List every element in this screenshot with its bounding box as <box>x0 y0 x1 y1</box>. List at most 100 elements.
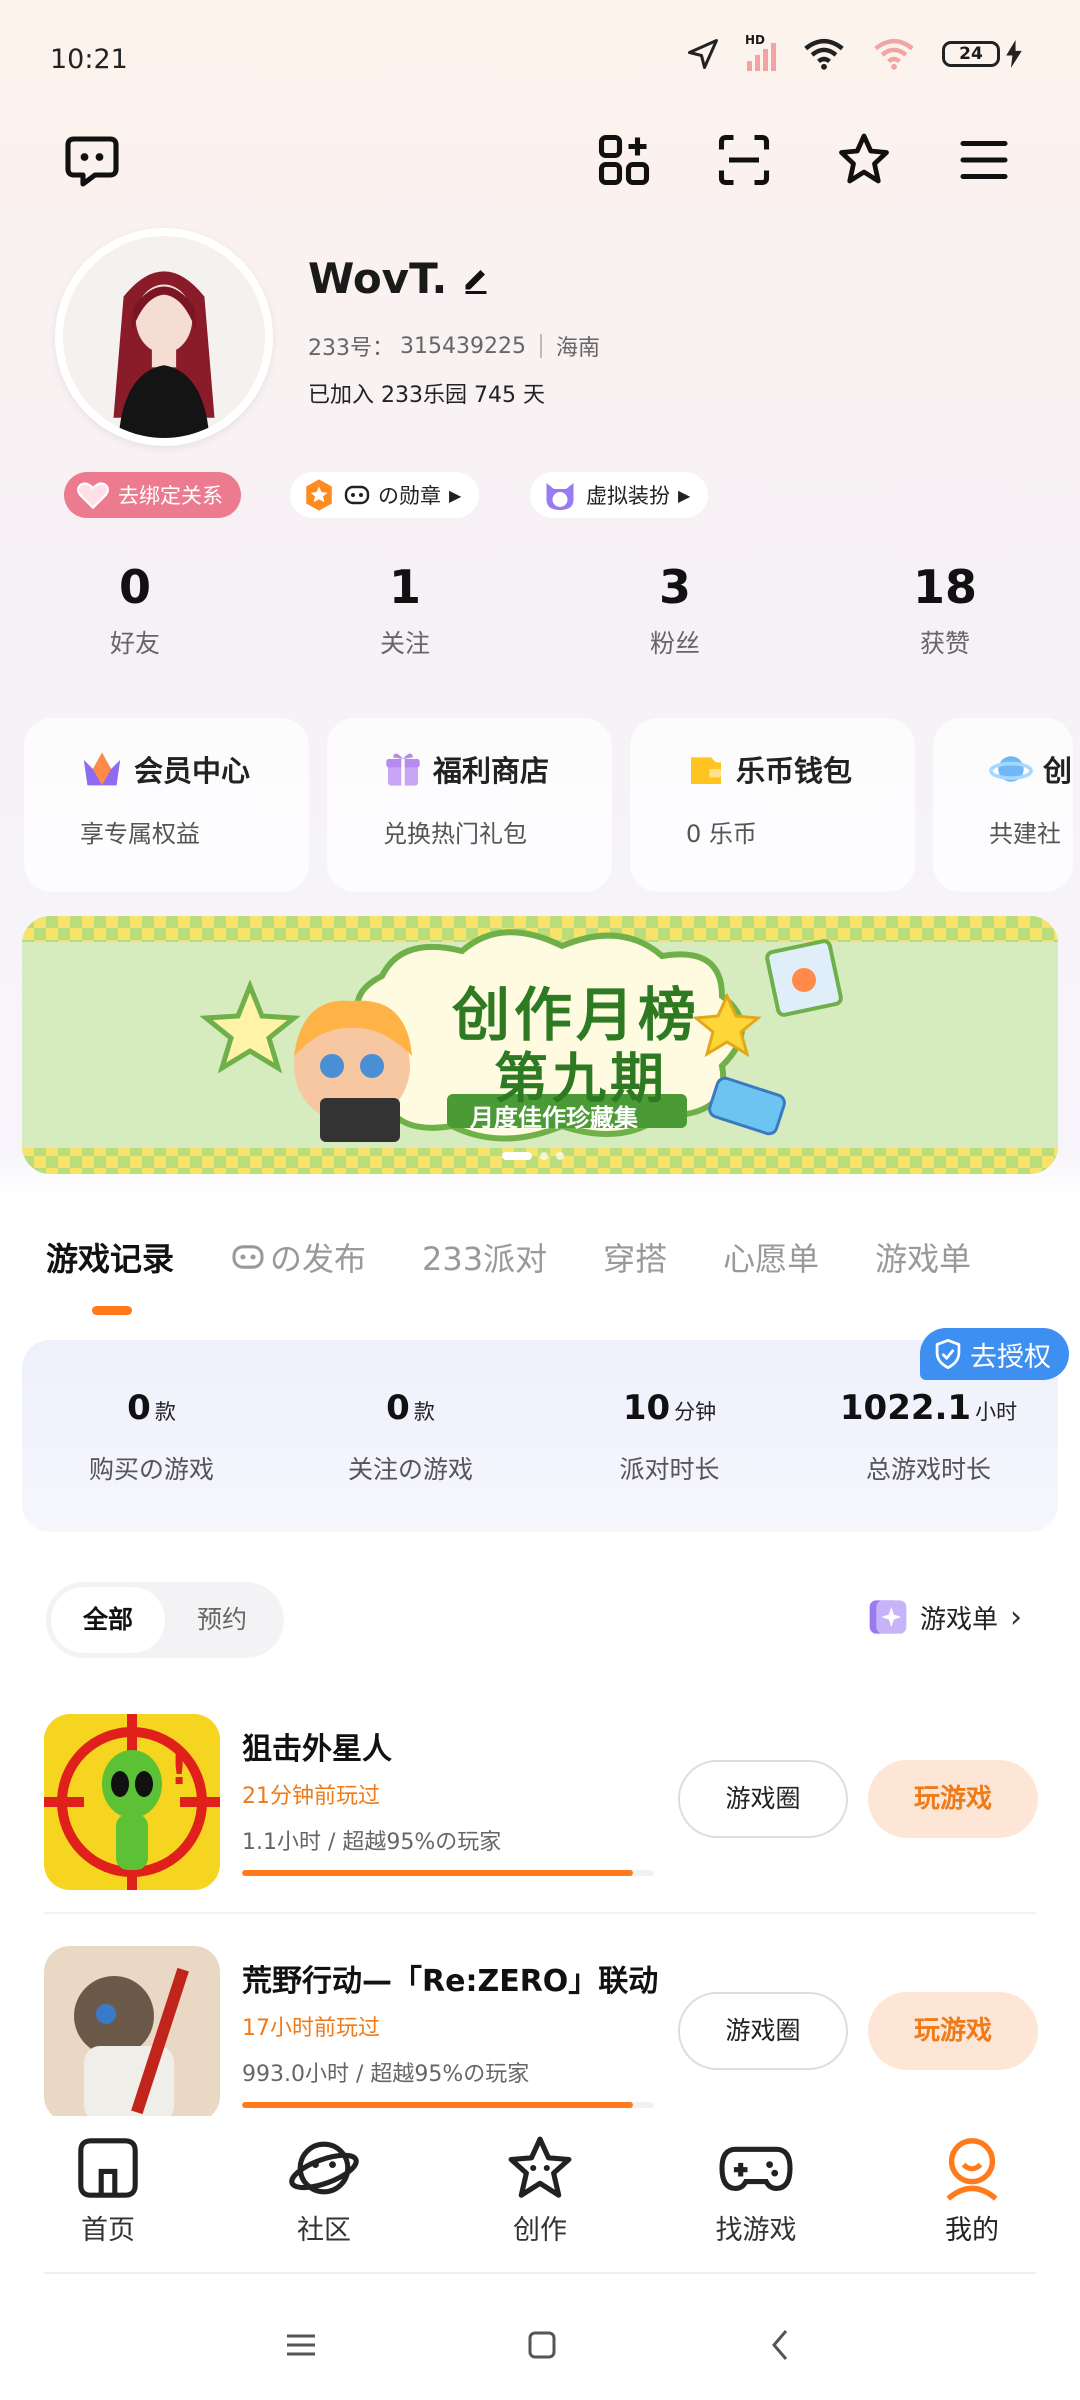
charging-icon <box>1006 40 1022 68</box>
stat-purchased-games[interactable]: 0 款购买の游戏 <box>22 1340 281 1532</box>
playtime-progress-bar <box>242 1870 654 1876</box>
tab-party[interactable]: 233派对 <box>422 1234 547 1280</box>
chat-icon[interactable] <box>62 130 122 190</box>
stat-friends[interactable]: 0 好友 <box>0 560 270 660</box>
mascot-face-icon <box>232 1245 264 1269</box>
battery-icon: 24 <box>942 41 1000 67</box>
game-row[interactable]: ! 狙击外星人 21分钟前玩过 1.1小时 / 超越95%の玩家 游戏圈 玩游戏 <box>44 1714 1044 1904</box>
authorize-label: 去授权 <box>970 1341 1051 1373</box>
nav-label: 创作 <box>513 2215 567 2246</box>
progress-fill <box>242 1870 634 1876</box>
profile-meta: 233号： 315439225 海南 <box>308 330 600 362</box>
tab-label: 游戏记录 <box>46 1240 175 1278</box>
home-square-icon[interactable] <box>526 2329 558 2361</box>
badges-button[interactable]: の勋章 ▶ <box>290 472 480 518</box>
service-cards: 会员中心 享专属权益 福利商店 兑换热门礼包 乐币钱包 0 乐币 创 共建社 <box>24 718 1073 892</box>
card-community-build[interactable]: 创 共建社 <box>933 718 1073 892</box>
play-game-button[interactable]: 玩游戏 <box>868 1992 1038 2070</box>
outfit-button[interactable]: 虚拟装扮 ▶ <box>530 472 709 518</box>
stat-unit: 小时 <box>975 1400 1018 1424</box>
id-value: 315439225 <box>400 333 526 359</box>
nav-community[interactable]: 社区 <box>216 2124 432 2274</box>
tab-game-records[interactable]: 游戏记录 <box>46 1234 174 1280</box>
play-game-button[interactable]: 玩游戏 <box>868 1760 1038 1838</box>
outfit-label: 虚拟装扮 <box>586 484 670 508</box>
card-title: 福利商店 <box>433 754 550 788</box>
game-last-played: 21分钟前玩过 <box>242 1784 380 1809</box>
card-welfare-shop[interactable]: 福利商店 兑换热门礼包 <box>327 718 612 892</box>
stat-label: 关注の游戏 <box>347 1455 473 1484</box>
authorize-button[interactable]: 去授权 <box>920 1328 1069 1380</box>
badge-label: の勋章 <box>378 484 441 508</box>
profile-stats: 0 好友 1 关注 3 粉丝 18 获赞 <box>0 560 1080 660</box>
crown-icon <box>83 752 121 786</box>
gift-icon <box>386 753 420 786</box>
stat-followers[interactable]: 3 粉丝 <box>540 560 810 660</box>
card-title: 会员中心 <box>134 754 251 788</box>
promo-banner[interactable]: 创作月榜 第九期 月度佳作珍藏集 <box>22 916 1058 1174</box>
profile-tabs: 游戏记录 の发布 233派对 穿搭 心愿单 游戏单 <box>46 1234 1027 1280</box>
back-icon[interactable] <box>766 2327 796 2363</box>
tab-outfits[interactable]: 穿搭 <box>603 1234 667 1280</box>
stat-likes[interactable]: 18 获赞 <box>810 560 1080 660</box>
meta-separator <box>539 334 542 358</box>
stat-followed-games[interactable]: 0 款关注の游戏 <box>281 1340 540 1532</box>
card-coin-wallet[interactable]: 乐币钱包 0 乐币 <box>630 718 915 892</box>
tab-game-lists[interactable]: 游戏单 <box>875 1234 971 1280</box>
banner-pager <box>502 1152 564 1160</box>
chevron-right-icon: › <box>1010 1599 1022 1635</box>
filter-reserved[interactable]: 预约 <box>165 1587 279 1653</box>
stat-following[interactable]: 1 关注 <box>270 560 540 660</box>
tab-label: 心愿单 <box>723 1240 820 1278</box>
nav-home[interactable]: 首页 <box>0 2124 216 2274</box>
recent-apps-icon[interactable] <box>284 2330 318 2360</box>
game-circle-button[interactable]: 游戏圈 <box>678 1760 848 1838</box>
bottom-navigation: 首页 社区 创作 找游戏 我的 <box>0 2124 1080 2274</box>
community-planet-icon <box>289 2141 359 2195</box>
tab-label: の发布 <box>270 1240 367 1278</box>
game-list-link[interactable]: 游戏单 › <box>868 1598 1022 1636</box>
username-text: WovT. <box>308 254 448 303</box>
scan-icon[interactable] <box>714 130 774 190</box>
avatar-image <box>63 236 265 438</box>
stat-label: 关注 <box>379 629 430 658</box>
tab-label: 233派对 <box>422 1240 548 1278</box>
tab-my-posts[interactable]: の发布 <box>230 1234 366 1280</box>
edit-icon[interactable] <box>461 264 491 294</box>
wifi-icon <box>804 38 844 70</box>
nav-label: 我的 <box>945 2215 999 2246</box>
game-icon: ! <box>44 1714 220 1890</box>
game-playtime: 993.0小时 / 超越95%の玩家 <box>242 2062 530 2087</box>
stat-party-time[interactable]: 10 分钟 派对时长 <box>540 1340 799 1532</box>
stat-label: 获赞 <box>919 629 970 658</box>
avatar[interactable] <box>55 228 273 446</box>
playtime-progress-bar <box>242 2102 654 2108</box>
game-row[interactable]: 荒野行动—「Re:ZERO」联动 17小时前玩过 993.0小时 / 超越95%… <box>44 1946 1044 2116</box>
gamepad-icon <box>719 2146 793 2191</box>
hd-label: HD <box>745 33 766 47</box>
stat-unit: 款 <box>413 1400 435 1424</box>
stat-label: 派对时长 <box>619 1455 720 1484</box>
menu-icon[interactable] <box>954 130 1014 190</box>
nav-find-games[interactable]: 找游戏 <box>648 2124 864 2274</box>
game-circle-button[interactable]: 游戏圈 <box>678 1992 848 2070</box>
bind-relationship-button[interactable]: 去绑定关系 <box>64 472 241 518</box>
filter-all[interactable]: 全部 <box>51 1587 165 1653</box>
sparkle-list-icon <box>869 1600 907 1634</box>
svg-text:!: ! <box>170 1748 188 1794</box>
game-filter-toggle: 全部 预约 <box>46 1582 284 1658</box>
medal-icon <box>306 479 332 511</box>
stat-number: 0 <box>386 1388 410 1428</box>
nav-create[interactable]: 创作 <box>432 2124 648 2274</box>
nav-label: 找游戏 <box>715 2215 797 2246</box>
nav-profile[interactable]: 我的 <box>864 2124 1080 2274</box>
apps-grid-icon[interactable] <box>594 130 654 190</box>
stat-number: 0 <box>118 560 151 614</box>
star-badge-icon[interactable] <box>834 130 894 190</box>
game-list-label: 游戏单 <box>919 1604 998 1635</box>
stat-label: 粉丝 <box>649 629 700 658</box>
card-vip-center[interactable]: 会员中心 享专属权益 <box>24 718 309 892</box>
battery-indicator: 24 <box>942 40 1022 68</box>
wallet-icon <box>691 757 721 784</box>
tab-wishlist[interactable]: 心愿单 <box>723 1234 819 1280</box>
